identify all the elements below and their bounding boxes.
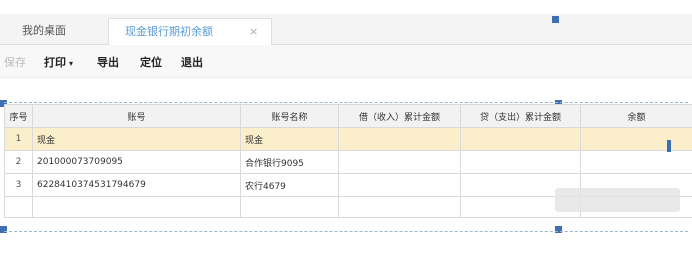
cell-debit[interactable] bbox=[338, 127, 461, 151]
exit-button[interactable]: 退出 bbox=[181, 54, 203, 70]
cell-account-name[interactable]: 农行4679 bbox=[240, 173, 339, 197]
cell-balance[interactable] bbox=[580, 150, 692, 174]
tab-cash-bank-opening-balance[interactable]: 现金银行期初余额 × bbox=[108, 18, 272, 45]
cell-debit[interactable] bbox=[338, 150, 461, 174]
cell-credit[interactable] bbox=[460, 127, 581, 151]
cell-account-name[interactable] bbox=[240, 196, 339, 218]
toolbar: 保存 打印 ▾ 导出 定位 退出 bbox=[0, 45, 692, 78]
col-header-account[interactable]: 账号 bbox=[32, 104, 241, 128]
selection-border-top bbox=[4, 102, 688, 103]
cell-seq bbox=[4, 196, 33, 218]
table-row[interactable]: 1 现金 现金 bbox=[4, 127, 692, 151]
cell-account[interactable] bbox=[32, 196, 241, 218]
cell-account[interactable]: 现金 bbox=[32, 127, 241, 151]
close-icon[interactable]: × bbox=[249, 19, 258, 45]
cell-account-name[interactable]: 合作银行9095 bbox=[240, 150, 339, 174]
cell-seq: 2 bbox=[4, 150, 33, 174]
print-label: 打印 bbox=[44, 56, 66, 69]
col-header-seq[interactable]: 序号 bbox=[4, 104, 33, 128]
table-row[interactable]: 2 201000073709095 合作银行9095 bbox=[4, 150, 692, 174]
col-header-account-name[interactable]: 账号名称 bbox=[240, 104, 339, 128]
chevron-down-icon: ▾ bbox=[69, 59, 74, 68]
col-header-debit[interactable]: 借（收入）累计金额 bbox=[338, 104, 461, 128]
export-button[interactable]: 导出 bbox=[97, 54, 119, 70]
tab-active-label: 现金银行期初余额 bbox=[125, 25, 213, 38]
cell-balance[interactable] bbox=[580, 127, 692, 151]
selection-border-bottom bbox=[4, 231, 688, 232]
col-header-credit[interactable]: 贷（支出）累计金额 bbox=[460, 104, 581, 128]
tab-bar: 我的桌面 现金银行期初余额 × bbox=[0, 14, 692, 45]
cell-account[interactable]: 6228410374531794679 bbox=[32, 173, 241, 197]
col-header-balance[interactable]: 余额 bbox=[580, 104, 692, 128]
cell-debit[interactable] bbox=[338, 196, 461, 218]
watermark-blur bbox=[555, 188, 680, 212]
tab-my-desktop[interactable]: 我的桌面 bbox=[14, 18, 112, 44]
cell-account-name[interactable]: 现金 bbox=[240, 127, 339, 151]
resize-handle[interactable] bbox=[552, 16, 559, 23]
cell-account[interactable]: 201000073709095 bbox=[32, 150, 241, 174]
print-button[interactable]: 打印 ▾ bbox=[44, 54, 73, 70]
cell-credit[interactable] bbox=[460, 150, 581, 174]
locate-button[interactable]: 定位 bbox=[140, 54, 162, 70]
save-button[interactable]: 保存 bbox=[4, 54, 26, 70]
cell-debit[interactable] bbox=[338, 173, 461, 197]
table-header-row: 序号 账号 账号名称 借（收入）累计金额 贷（支出）累计金额 余额 bbox=[4, 104, 692, 128]
scroll-marker bbox=[667, 140, 671, 152]
cell-seq: 1 bbox=[4, 127, 33, 151]
cell-seq: 3 bbox=[4, 173, 33, 197]
tab-my-desktop-label: 我的桌面 bbox=[22, 24, 66, 37]
